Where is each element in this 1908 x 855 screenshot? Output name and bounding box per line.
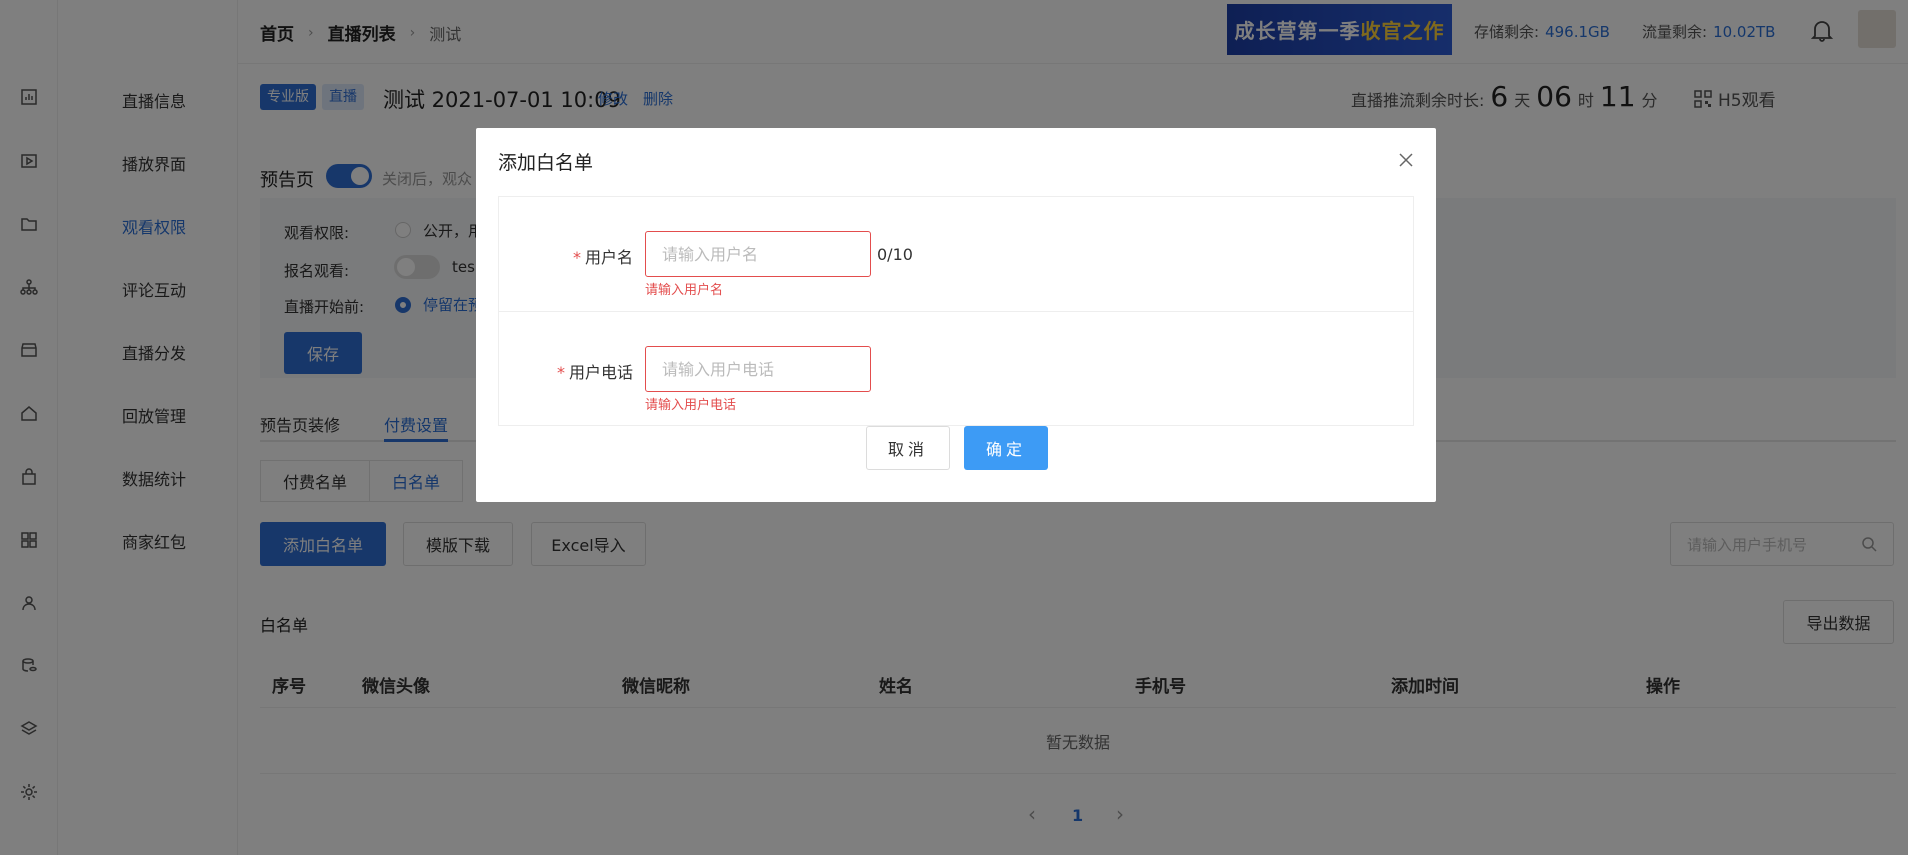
name-label-text: 用户名 <box>585 248 634 267</box>
page: 直播信息 播放界面 观看权限 评论互动 直播分发 回放管理 数据统计 商家红包 … <box>0 0 1908 855</box>
phone-label-text: 用户电话 <box>569 363 634 382</box>
phone-input[interactable] <box>645 346 871 392</box>
required-mark: * <box>573 248 581 267</box>
phone-label: * 用户电话 <box>557 359 633 383</box>
name-char-count: 0/10 <box>877 245 913 264</box>
form-row-phone: * 用户电话 请输入用户电话 <box>499 311 1413 425</box>
username-input[interactable] <box>645 231 871 277</box>
cancel-button[interactable]: 取消 <box>866 426 950 470</box>
form-row-name: *用户名 0/10 请输入用户名 <box>499 197 1413 311</box>
add-whitelist-dialog: 添加白名单 *用户名 0/10 请输入用户名 *用户电话 请输入用户电话 取消 … <box>476 128 1436 502</box>
name-error: 请输入用户名 <box>645 283 724 298</box>
required-mark: * <box>557 363 565 382</box>
dialog-title: 添加白名单 <box>498 152 594 174</box>
close-icon[interactable] <box>1398 152 1414 168</box>
phone-error: 请输入用户电话 <box>645 398 737 413</box>
confirm-button[interactable]: 确定 <box>964 426 1048 470</box>
whitelist-form: *用户名 0/10 请输入用户名 *用户电话 请输入用户电话 <box>498 196 1414 426</box>
name-label: * 用户名 <box>573 244 633 268</box>
